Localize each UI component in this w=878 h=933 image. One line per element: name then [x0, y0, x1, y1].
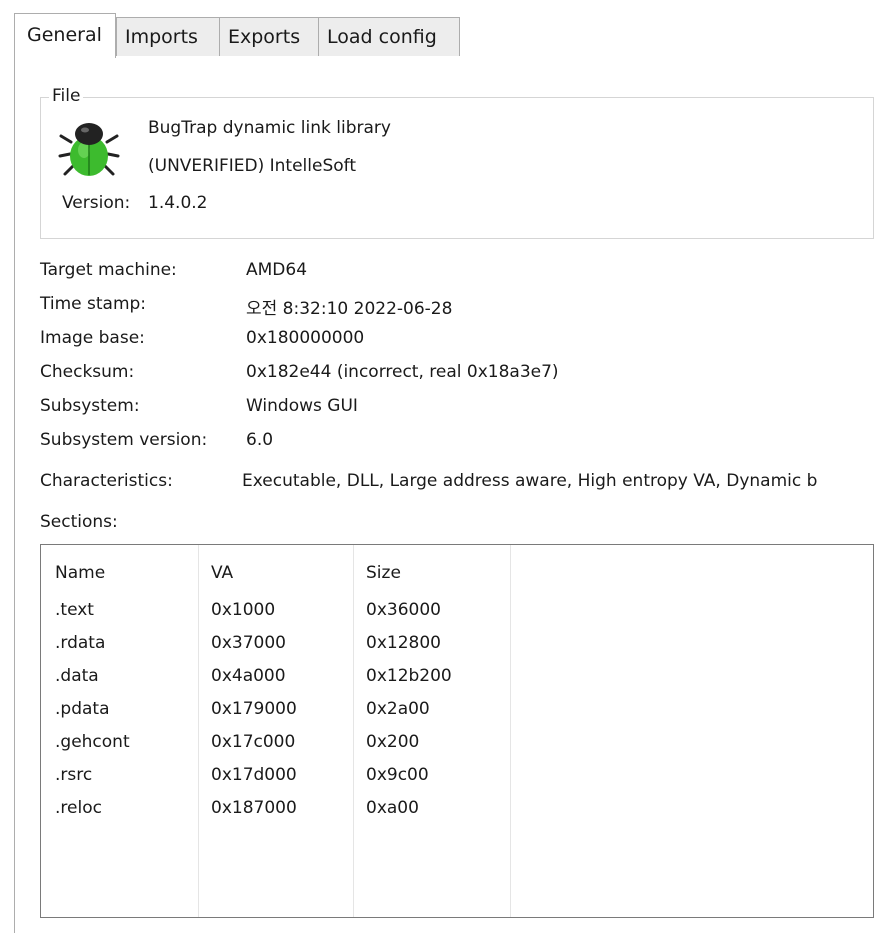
subsystem-version-label: Subsystem version:: [40, 430, 208, 450]
section-va: 0x187000: [211, 798, 297, 818]
section-va: 0x17d000: [211, 765, 297, 785]
sections-listview[interactable]: Name VA Size .text 0x1000 0x36000 .rdata…: [40, 544, 874, 918]
section-size: 0x36000: [366, 600, 441, 620]
section-size: 0x9c00: [366, 765, 429, 785]
bug-icon: [58, 123, 120, 176]
section-va: 0x17c000: [211, 732, 296, 752]
section-size: 0xa00: [366, 798, 419, 818]
time-stamp-label: Time stamp:: [40, 294, 147, 314]
checksum-label: Checksum:: [40, 362, 135, 382]
column-divider: [353, 545, 354, 917]
section-name: .rdata: [55, 633, 106, 653]
section-name: .text: [55, 600, 94, 620]
tab-load-config[interactable]: Load config: [318, 17, 460, 56]
characteristics-label: Characteristics:: [40, 471, 173, 491]
section-size: 0x12800: [366, 633, 441, 653]
time-stamp-value: 오전 8:32:10 2022-06-28: [246, 299, 453, 319]
image-base-value: 0x180000000: [246, 328, 365, 348]
file-group-title: File: [49, 86, 84, 106]
characteristics-value: Executable, DLL, Large address aware, Hi…: [242, 471, 818, 491]
subsystem-label: Subsystem:: [40, 396, 140, 416]
subsystem-version-value: 6.0: [246, 430, 274, 450]
checksum-value: 0x182e44 (incorrect, real 0x18a3e7): [246, 362, 559, 382]
version-value: 1.4.0.2: [148, 193, 208, 213]
section-va: 0x4a000: [211, 666, 286, 686]
file-description: BugTrap dynamic link library: [148, 118, 391, 138]
column-divider: [510, 545, 511, 917]
section-name: .rsrc: [55, 765, 93, 785]
subsystem-value: Windows GUI: [246, 396, 358, 416]
section-size: 0x2a00: [366, 699, 430, 719]
section-name: .data: [55, 666, 99, 686]
section-size: 0x200: [366, 732, 420, 752]
column-divider: [198, 545, 199, 917]
sections-title: Sections:: [40, 512, 118, 532]
section-va: 0x179000: [211, 699, 297, 719]
tab-strip: General Imports Exports Load config: [14, 13, 878, 58]
image-base-label: Image base:: [40, 328, 145, 348]
section-name: .pdata: [55, 699, 110, 719]
version-label: Version:: [62, 193, 131, 213]
target-machine-label: Target machine:: [40, 260, 177, 280]
target-machine-value: AMD64: [246, 260, 308, 280]
section-name: .reloc: [55, 798, 102, 818]
column-header-va[interactable]: VA: [211, 563, 233, 583]
file-company: (UNVERIFIED) IntelleSoft: [148, 156, 357, 176]
section-va: 0x37000: [211, 633, 286, 653]
column-header-size[interactable]: Size: [366, 563, 401, 583]
section-va: 0x1000: [211, 600, 276, 620]
column-header-name[interactable]: Name: [55, 563, 105, 583]
tab-exports[interactable]: Exports: [219, 17, 319, 56]
section-name: .gehcont: [55, 732, 130, 752]
tab-imports[interactable]: Imports: [116, 17, 220, 56]
section-size: 0x12b200: [366, 666, 452, 686]
tab-general[interactable]: General: [14, 13, 116, 58]
